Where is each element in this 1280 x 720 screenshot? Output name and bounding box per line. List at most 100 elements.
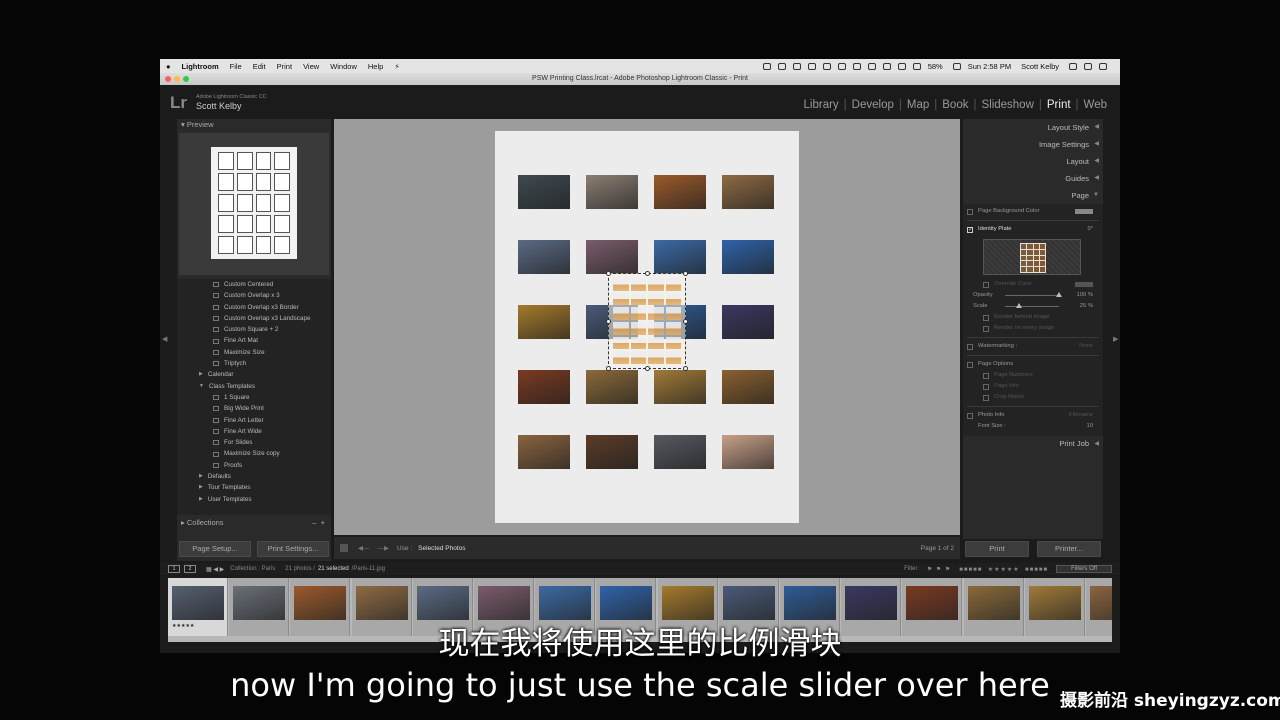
- scale-slider[interactable]: [1005, 303, 1059, 308]
- module-slideshow[interactable]: Slideshow: [976, 99, 1038, 111]
- status-icon[interactable]: [762, 62, 771, 70]
- template-item[interactable]: Proofs: [177, 460, 331, 471]
- watermark-select[interactable]: None: [1079, 341, 1093, 352]
- close-window-button[interactable]: [165, 76, 171, 82]
- resize-handle[interactable]: [683, 366, 688, 371]
- photo-info-row[interactable]: Photo Info Filename: [967, 410, 1099, 421]
- override-color-swatch[interactable]: [1075, 282, 1093, 287]
- minimize-window-button[interactable]: [174, 76, 180, 82]
- module-book[interactable]: Book: [937, 99, 973, 111]
- page-photo-cell[interactable]: [722, 240, 774, 274]
- scale-slider-knob[interactable]: [1015, 303, 1022, 308]
- identity-plate-overlay[interactable]: [606, 271, 688, 371]
- render-behind-checkbox[interactable]: [983, 314, 989, 321]
- menu-file[interactable]: File: [230, 62, 242, 71]
- template-item[interactable]: 1 Square: [177, 392, 331, 403]
- resize-handle[interactable]: [606, 271, 611, 276]
- watermarking-row[interactable]: Watermarking : None: [967, 341, 1099, 352]
- notification-center-icon[interactable]: [1099, 62, 1107, 70]
- status-icon[interactable]: [837, 62, 846, 70]
- printer-button[interactable]: Printer...: [1037, 541, 1101, 557]
- print-button[interactable]: Print: [965, 541, 1029, 557]
- zoom-window-button[interactable]: [183, 76, 189, 82]
- module-map[interactable]: Map: [902, 99, 934, 111]
- page-bg-color-row[interactable]: Page Background Color: [967, 206, 1099, 217]
- page-photo-cell[interactable]: [722, 435, 774, 469]
- font-size-select[interactable]: 10: [1087, 421, 1093, 432]
- template-item[interactable]: Fine Art Mat: [177, 335, 331, 346]
- section-page[interactable]: Page ▼: [963, 187, 1103, 204]
- watermark-checkbox[interactable]: [967, 343, 973, 350]
- template-item[interactable]: Custom Overlap x3 Landscape: [177, 313, 331, 324]
- page-view-toggle[interactable]: [340, 544, 348, 552]
- page-info-checkbox[interactable]: [983, 383, 989, 390]
- section-layout[interactable]: Layout ◀: [963, 153, 1103, 170]
- identity-plate-preview[interactable]: [983, 239, 1081, 275]
- identity-plate-row[interactable]: ✓ Identity Plate 0°: [967, 224, 1099, 235]
- main-window-button[interactable]: 1: [168, 565, 180, 573]
- module-web[interactable]: Web: [1079, 99, 1112, 111]
- template-folder[interactable]: ▶ User Templates: [177, 494, 331, 505]
- module-library[interactable]: Library: [799, 99, 844, 111]
- battery-icon[interactable]: [952, 62, 961, 70]
- module-print[interactable]: Print: [1042, 99, 1076, 111]
- template-item[interactable]: Fine Art Letter: [177, 415, 331, 426]
- disclosure-closed-icon[interactable]: ▶: [199, 482, 203, 493]
- wifi-icon[interactable]: [897, 62, 906, 70]
- template-folder[interactable]: ▶ Defaults: [177, 471, 331, 482]
- page-photo-cell[interactable]: [518, 305, 570, 339]
- render-behind-row[interactable]: Render behind image: [967, 312, 1099, 323]
- volume-icon[interactable]: [912, 62, 921, 70]
- status-icon[interactable]: [822, 62, 831, 70]
- module-develop[interactable]: Develop: [847, 99, 899, 111]
- menu-window[interactable]: Window: [330, 62, 357, 71]
- page-setup-button[interactable]: Page Setup...: [179, 541, 251, 557]
- disclosure-closed-icon[interactable]: ▶: [199, 369, 203, 380]
- next-page-icon[interactable]: —▶: [378, 544, 390, 552]
- apple-icon[interactable]: ●: [166, 62, 171, 71]
- page-photo-cell[interactable]: [722, 305, 774, 339]
- resize-handle[interactable]: [606, 319, 611, 324]
- resize-handle[interactable]: [683, 271, 688, 276]
- page-photo-cell[interactable]: [654, 175, 706, 209]
- template-item[interactable]: Custom Square + 2: [177, 324, 331, 335]
- bg-color-swatch[interactable]: [1075, 209, 1093, 214]
- menu-view[interactable]: View: [303, 62, 319, 71]
- page-photo-cell[interactable]: [518, 370, 570, 404]
- opacity-slider[interactable]: [1005, 292, 1062, 297]
- resize-handle[interactable]: [645, 271, 650, 276]
- app-menu[interactable]: Lightroom: [182, 62, 219, 71]
- section-image-settings[interactable]: Image Settings ◀: [963, 136, 1103, 153]
- dropbox-icon[interactable]: [792, 62, 801, 70]
- page-photo-cell[interactable]: [654, 240, 706, 274]
- override-color-checkbox[interactable]: [983, 281, 989, 288]
- section-print-job[interactable]: Print Job ◀: [963, 436, 1103, 452]
- collections-add-icon[interactable]: – +: [312, 517, 325, 529]
- clock[interactable]: Sun 2:58 PM: [968, 62, 1011, 71]
- template-item[interactable]: Maximize Size copy: [177, 448, 331, 459]
- page-numbers-checkbox[interactable]: [983, 372, 989, 379]
- template-item[interactable]: Triptych: [177, 358, 331, 369]
- crop-marks-checkbox[interactable]: [983, 394, 989, 401]
- template-folder[interactable]: ▶ Tour Templates: [177, 482, 331, 493]
- page-photo-cell[interactable]: [654, 370, 706, 404]
- template-folder[interactable]: ▶ Calendar: [177, 369, 331, 380]
- opacity-slider-knob[interactable]: [1056, 292, 1062, 297]
- print-page[interactable]: [495, 131, 799, 523]
- render-every-checkbox[interactable]: [983, 325, 989, 332]
- page-info-row[interactable]: Page Info: [967, 381, 1099, 392]
- resize-handle[interactable]: [683, 319, 688, 324]
- template-item[interactable]: For Slides: [177, 437, 331, 448]
- bluetooth-icon[interactable]: [882, 62, 891, 70]
- page-photo-cell[interactable]: [654, 435, 706, 469]
- rating-filter-icon[interactable]: ⚑ ⚑ ⚑ ■■■■■ ★★★★★ ■■■■■: [927, 566, 1048, 573]
- battery-percent[interactable]: 58%: [928, 62, 943, 71]
- template-item[interactable]: Fine Art Wide: [177, 426, 331, 437]
- disclosure-open-icon[interactable]: ▼: [199, 381, 204, 392]
- page-photo-cell[interactable]: [518, 435, 570, 469]
- page-photo-cell[interactable]: [518, 175, 570, 209]
- page-photo-cell[interactable]: [518, 240, 570, 274]
- opacity-value[interactable]: 100: [1077, 292, 1087, 298]
- template-item[interactable]: Custom Overlap x3 Border: [177, 302, 331, 313]
- status-icon[interactable]: [807, 62, 816, 70]
